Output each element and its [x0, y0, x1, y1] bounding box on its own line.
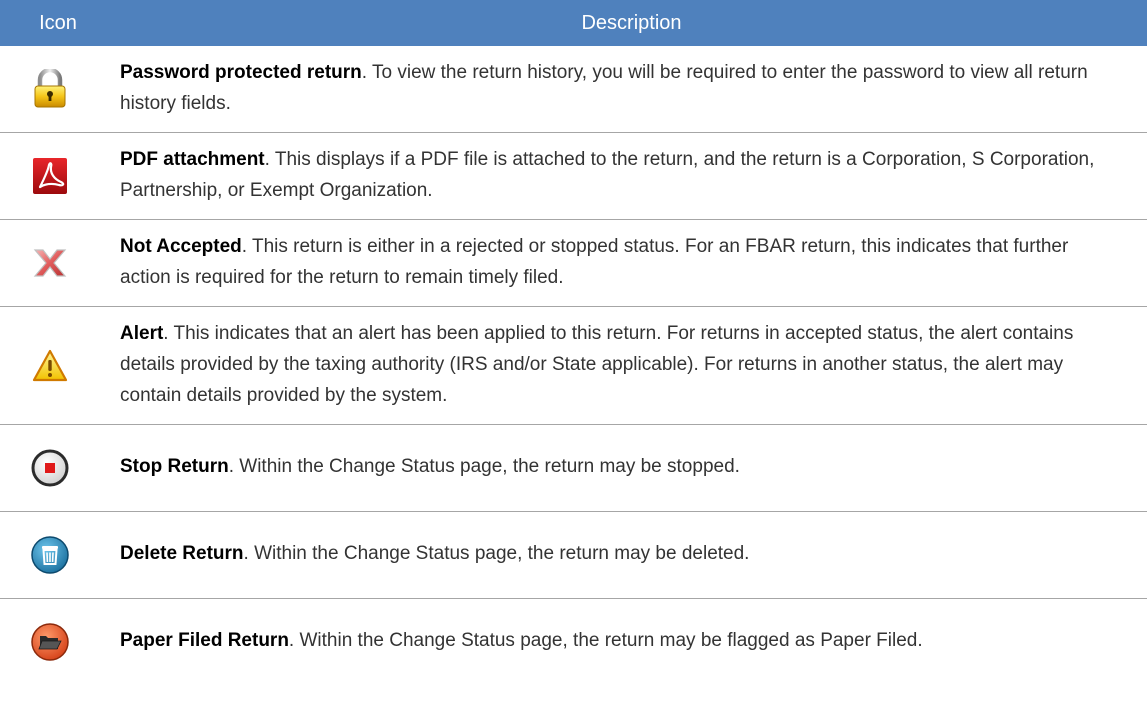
- term: PDF attachment: [120, 148, 265, 170]
- description-cell: Alert. This indicates that an alert has …: [116, 306, 1147, 425]
- icon-cell: [0, 511, 116, 599]
- not-accepted-x-icon: [33, 249, 67, 277]
- table-row: Password protected return. To view the r…: [0, 46, 1147, 133]
- description-cell: Password protected return. To view the r…: [116, 46, 1147, 133]
- icon-cell: [0, 219, 116, 307]
- description-text: . Within the Change Status page, the ret…: [243, 543, 750, 564]
- header-icon: Icon: [0, 0, 116, 46]
- description-text: . This displays if a PDF file is attache…: [120, 148, 1095, 201]
- stop-icon: [31, 449, 69, 487]
- alert-triangle-icon: [32, 349, 68, 381]
- term: Paper Filed Return: [120, 630, 289, 651]
- description-text: . This return is either in a rejected or…: [120, 235, 1069, 288]
- folder-icon: [31, 623, 69, 661]
- term: Password protected return: [120, 61, 362, 83]
- icon-cell: [0, 424, 116, 512]
- term: Not Accepted: [120, 235, 242, 257]
- icon-cell: [0, 132, 116, 220]
- table-row: Delete Return. Within the Change Status …: [0, 511, 1147, 599]
- description-text: . This indicates that an alert has been …: [120, 322, 1074, 406]
- header-row: Icon Description: [0, 0, 1147, 46]
- description-cell: Paper Filed Return. Within the Change St…: [116, 599, 1147, 686]
- trash-icon: [31, 536, 69, 574]
- header-description: Description: [116, 0, 1147, 46]
- table-row: PDF attachment. This displays if a PDF f…: [0, 132, 1147, 220]
- icon-cell: [0, 46, 116, 133]
- term: Delete Return: [120, 543, 244, 564]
- table-row: Stop Return. Within the Change Status pa…: [0, 424, 1147, 512]
- term: Stop Return: [120, 456, 229, 477]
- term: Alert: [120, 322, 164, 344]
- table-header: Icon Description: [0, 0, 1147, 46]
- table-row: Not Accepted. This return is either in a…: [0, 219, 1147, 307]
- icon-cell: [0, 306, 116, 425]
- description-cell: PDF attachment. This displays if a PDF f…: [116, 132, 1147, 220]
- description-cell: Delete Return. Within the Change Status …: [116, 511, 1147, 599]
- pdf-icon: [33, 158, 67, 194]
- icon-description-table: Icon Description Password protected retu…: [0, 0, 1147, 685]
- description-text: . Within the Change Status page, the ret…: [228, 456, 740, 477]
- description-cell: Not Accepted. This return is either in a…: [116, 219, 1147, 307]
- padlock-icon: [34, 69, 66, 108]
- table-row: Alert. This indicates that an alert has …: [0, 306, 1147, 425]
- description-cell: Stop Return. Within the Change Status pa…: [116, 424, 1147, 512]
- description-text: . Within the Change Status page, the ret…: [288, 630, 923, 651]
- table-row: Paper Filed Return. Within the Change St…: [0, 599, 1147, 686]
- icon-cell: [0, 599, 116, 686]
